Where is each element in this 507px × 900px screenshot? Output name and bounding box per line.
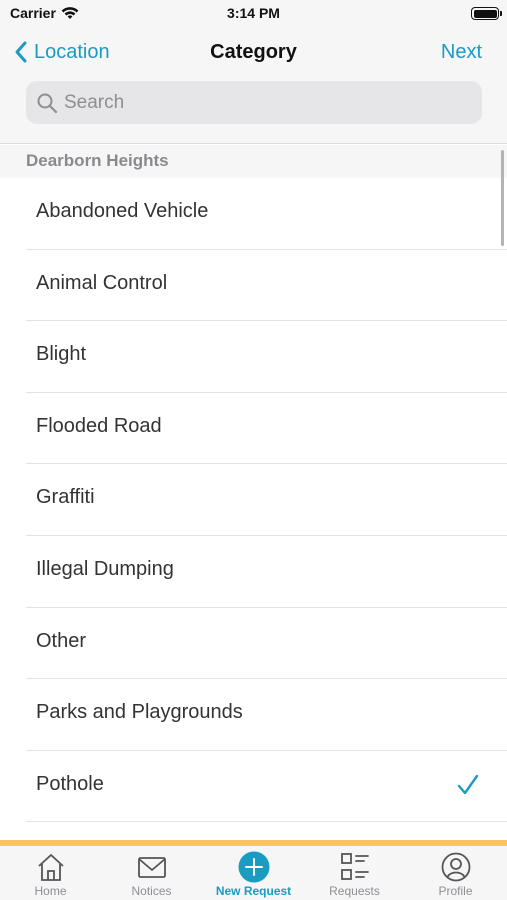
envelope-icon: [137, 857, 166, 878]
tab-bar: Home Notices New Request Requests Profil…: [0, 840, 507, 900]
category-label: Graffiti: [36, 486, 95, 509]
category-label: Flooded Road: [36, 414, 162, 437]
tab-home[interactable]: Home: [0, 846, 101, 900]
tab-profile[interactable]: Profile: [405, 846, 506, 900]
tab-label: Requests: [329, 884, 380, 898]
scroll-indicator[interactable]: [501, 150, 504, 246]
status-time: 3:14 PM: [227, 5, 280, 21]
category-row-blight[interactable]: Blight: [0, 321, 507, 393]
category-label: Other: [36, 629, 87, 652]
tab-label: Home: [34, 884, 67, 898]
category-label: Parks and Playgrounds: [36, 701, 243, 724]
category-label: Blight: [36, 343, 87, 366]
profile-icon: [441, 852, 470, 882]
category-label: Illegal Dumping: [36, 557, 174, 580]
section-title: Dearborn Heights: [26, 151, 169, 170]
search-icon: [37, 93, 58, 113]
next-button[interactable]: Next: [441, 41, 482, 64]
category-row-animal-control[interactable]: Animal Control: [0, 250, 507, 322]
category-label: Pothole: [36, 772, 104, 795]
category-label: Abandoned Vehicle: [36, 200, 209, 222]
section-header: Dearborn Heights: [0, 145, 507, 178]
home-icon: [37, 854, 64, 881]
status-bar: Carrier 3:14 PM: [0, 0, 507, 28]
row-divider: [26, 821, 507, 823]
category-label: Animal Control: [36, 271, 168, 294]
category-list: Abandoned Vehicle Animal Control Blight …: [0, 178, 507, 840]
tab-label: New Request: [215, 884, 292, 898]
list-icon: [340, 853, 369, 880]
battery-icon: [471, 7, 502, 20]
tab-requests[interactable]: Requests: [304, 846, 405, 900]
category-row-other[interactable]: Other: [0, 608, 507, 680]
plus-circle-icon: [238, 851, 269, 883]
category-row-graffiti[interactable]: Graffiti: [0, 464, 507, 536]
category-row-illegal-dumping[interactable]: Illegal Dumping: [0, 536, 507, 608]
category-row-abandoned-vehicle[interactable]: Abandoned Vehicle: [0, 178, 507, 250]
tab-new-request[interactable]: New Request: [203, 846, 304, 900]
tab-notices[interactable]: Notices: [101, 846, 202, 900]
search-bar[interactable]: [26, 81, 482, 124]
search-input[interactable]: [64, 91, 464, 114]
navigation-bar: Location Category Next: [0, 28, 507, 144]
tab-label: Notices: [131, 884, 172, 898]
category-row-flooded-road[interactable]: Flooded Road: [0, 393, 507, 465]
tab-label: Profile: [438, 884, 473, 898]
category-row-parks-and-playgrounds[interactable]: Parks and Playgrounds: [0, 679, 507, 751]
checkmark-icon: [457, 774, 479, 794]
category-row-pothole[interactable]: Pothole: [0, 751, 507, 823]
page-title: Category: [210, 41, 297, 63]
